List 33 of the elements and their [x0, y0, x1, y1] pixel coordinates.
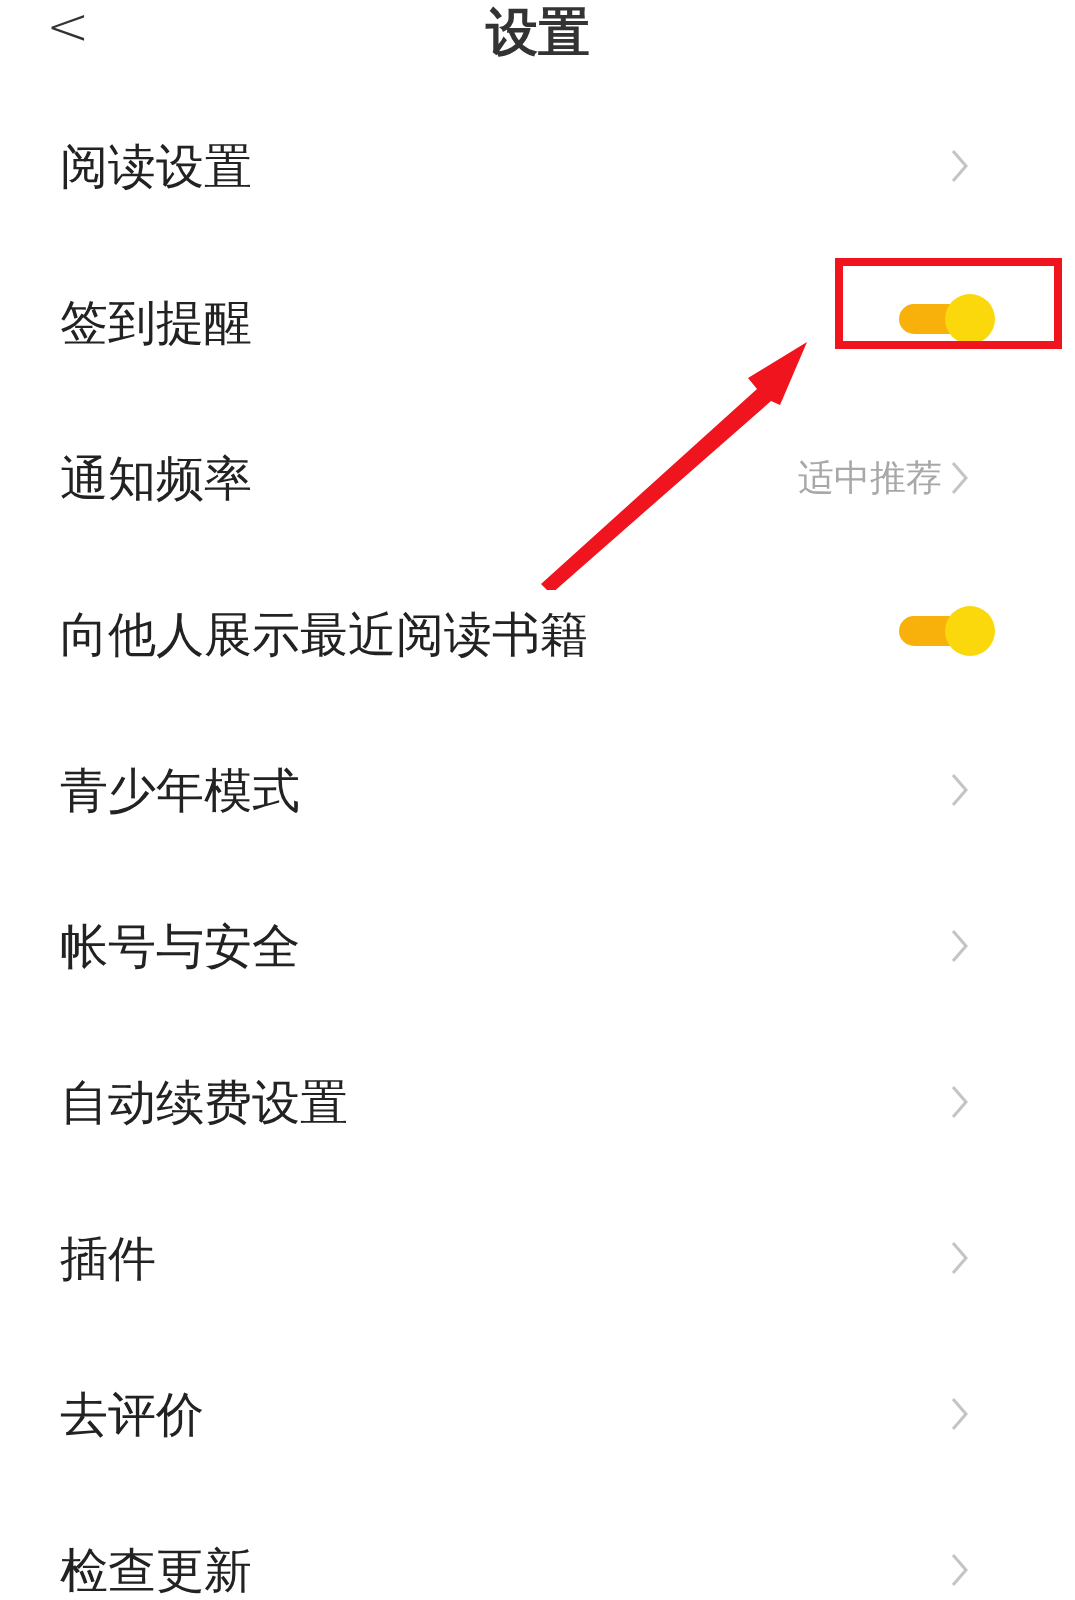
- settings-row[interactable]: 签到提醒: [0, 244, 1075, 400]
- row-label: 检查更新: [60, 1546, 253, 1594]
- settings-row[interactable]: 青少年模式: [0, 712, 1075, 868]
- chevron-right-icon: [950, 1552, 970, 1588]
- toggle-switch[interactable]: [897, 605, 995, 656]
- settings-row[interactable]: 插件: [0, 1180, 1075, 1336]
- row-value: 适中推荐: [798, 460, 942, 496]
- settings-row[interactable]: 通知频率 适中推荐: [0, 400, 1075, 556]
- row-label: 阅读设置: [60, 142, 253, 190]
- settings-row[interactable]: 阅读设置: [0, 88, 1075, 244]
- row-label: 签到提醒: [60, 298, 253, 346]
- row-label: 向他人展示最近阅读书籍: [60, 610, 589, 658]
- row-label: 去评价: [60, 1390, 205, 1438]
- settings-row[interactable]: 向他人展示最近阅读书籍: [0, 556, 1075, 712]
- chevron-right-icon: [950, 928, 970, 964]
- settings-row[interactable]: 检查更新: [0, 1492, 1075, 1600]
- back-button[interactable]: <: [46, 0, 90, 52]
- chevron-right-icon: [950, 460, 970, 496]
- settings-row[interactable]: 自动续费设置: [0, 1024, 1075, 1180]
- chevron-right-icon: [950, 772, 970, 808]
- chevron-right-icon: [950, 148, 970, 184]
- settings-row[interactable]: 帐号与安全: [0, 868, 1075, 1024]
- row-label: 帐号与安全: [60, 922, 301, 970]
- chevron-right-icon: [950, 1240, 970, 1276]
- row-label: 青少年模式: [60, 766, 301, 814]
- toggle-switch[interactable]: [897, 293, 995, 344]
- row-label: 通知频率: [60, 454, 253, 502]
- chevron-right-icon: [950, 1084, 970, 1120]
- row-label: 插件: [60, 1234, 157, 1282]
- chevron-right-icon: [950, 1396, 970, 1432]
- settings-row[interactable]: 去评价: [0, 1336, 1075, 1492]
- page-title: 设置: [485, 4, 590, 62]
- row-label: 自动续费设置: [60, 1078, 349, 1126]
